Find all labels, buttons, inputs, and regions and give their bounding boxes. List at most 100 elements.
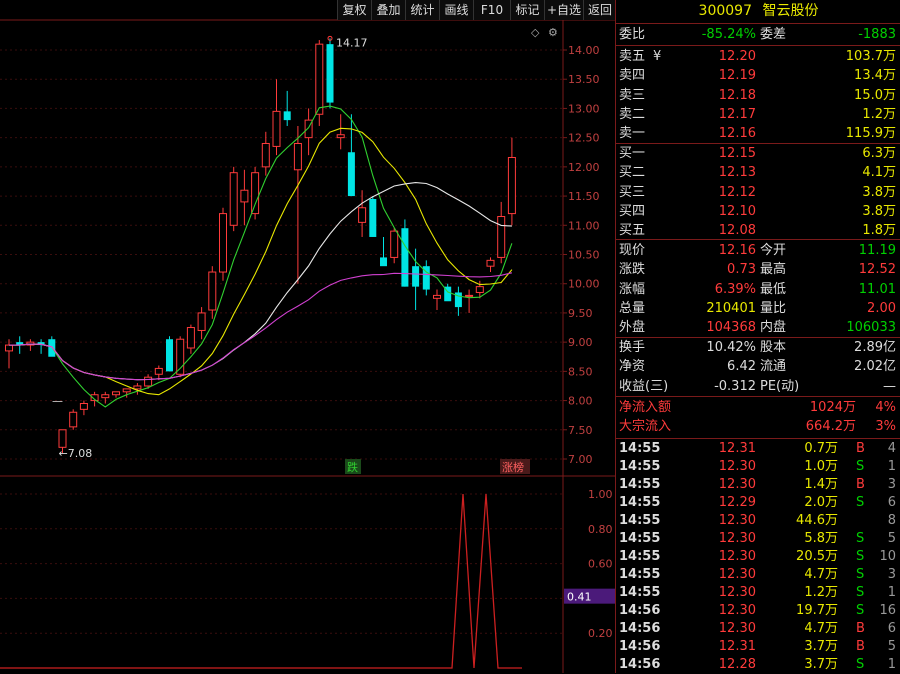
ask-label: 卖五 [619, 49, 646, 64]
tick-direction: S [856, 603, 865, 618]
tick-price: 12.30 [718, 477, 756, 492]
tick-row[interactable]: 14:55 12.29 2.0万 S 6 [616, 494, 900, 512]
tick-time: 14:55 [619, 549, 661, 564]
stat-label: 最高 [760, 262, 787, 278]
price-tick-label: 7.00 [568, 453, 593, 466]
tick-row[interactable]: 14:55 12.30 20.5万 S 10 [616, 548, 900, 566]
ask-price: 12.19 [718, 68, 756, 84]
tick-row[interactable]: 14:55 12.30 1.4万 B 3 [616, 476, 900, 494]
ask-price: 12.18 [718, 87, 756, 103]
candle-body-up [133, 385, 142, 390]
kline-chart-area[interactable]: 14.00 13.50 13.00 12.50 12.00 11.50 11.00 10.50… [0, 0, 616, 673]
stat-value: 0.73 [727, 262, 756, 278]
price-tick-label: 11.00 [568, 219, 600, 232]
price-tick-label: 9.00 [568, 336, 593, 349]
tick-volume: 20.5万 [796, 549, 838, 564]
toolbar-biaoji-button[interactable]: 标记 [510, 0, 544, 20]
candle-body-up [69, 411, 78, 428]
stat-row: 涨幅 6.39% 最低 11.01 [616, 280, 900, 299]
tick-row[interactable]: 14:55 12.30 5.8万 S 5 [616, 530, 900, 548]
tick-row[interactable]: 14:55 12.30 44.6万 8 [616, 512, 900, 530]
stock-code: 300097 [698, 3, 752, 19]
toolbar-tongji-button[interactable]: 统计 [405, 0, 439, 20]
tick-direction: S [856, 459, 865, 474]
candle-body-up [144, 376, 153, 387]
fundamental-row: 净资 6.42 流通 2.02亿 [616, 357, 900, 376]
fundamental-value: — [883, 378, 896, 394]
candle-body-up [219, 213, 227, 273]
tick-row[interactable]: 14:56 12.30 4.7万 B 6 [616, 620, 900, 638]
toolbar-diejia-button[interactable]: 叠加 [371, 0, 405, 20]
ma60-line [9, 272, 513, 381]
tick-row[interactable]: 14:55 12.30 1.2万 S 1 [616, 584, 900, 602]
tick-row[interactable]: 14:56 12.30 19.7万 S 16 [616, 602, 900, 620]
bid-price: 12.10 [718, 203, 756, 219]
tick-time: 14:55 [619, 567, 661, 582]
indicator-tick-label: 0.80 [588, 523, 613, 536]
ask-row: 卖二 12.17 1.2万 [616, 105, 900, 124]
stat-label: 涨跌 [619, 262, 646, 278]
tick-direction: B [856, 441, 865, 456]
flow-value: 1024万 [809, 400, 856, 415]
tick-direction: S [856, 549, 865, 564]
price-tick-label: 8.00 [568, 395, 593, 408]
candle-body-up [486, 259, 495, 267]
bid-row: 买三 12.12 3.8万 [616, 183, 900, 202]
tick-row[interactable]: 14:56 12.28 3.7万 S 1 [616, 656, 900, 674]
bid-row: 买二 12.13 4.1万 [616, 163, 900, 182]
candle-body-up [465, 294, 474, 297]
tick-count: 1 [887, 459, 896, 474]
flow-percent: 4% [875, 400, 896, 415]
price-tick-label: 13.50 [568, 73, 600, 86]
toolbar-back-button[interactable]: 返回 [583, 0, 616, 20]
ma20-line [9, 182, 512, 381]
toolbar-f10-button[interactable]: F10 [473, 0, 510, 20]
kline-chart[interactable]: 14.00 13.50 13.00 12.50 12.00 11.50 11.00 10.50… [0, 0, 615, 673]
tick-direction: B [856, 639, 865, 654]
price-tick-label: 14.00 [568, 44, 600, 57]
tick-direction: B [856, 621, 865, 636]
stat-value: 104368 [706, 320, 756, 336]
tick-row[interactable]: 14:56 12.31 3.7万 B 5 [616, 638, 900, 656]
candle-body-up [390, 230, 399, 258]
tick-count: 16 [879, 603, 896, 618]
stat-value: 12.16 [718, 243, 756, 258]
tick-direction: S [856, 657, 865, 672]
tick-count: 5 [887, 639, 896, 654]
bid-label: 买二 [619, 165, 646, 181]
candle-body-up [315, 43, 324, 115]
tick-count: 3 [887, 567, 896, 582]
stat-value: 210401 [706, 300, 756, 316]
stat-row: 外盘 104368 内盘 106033 [616, 318, 900, 337]
dash-marker: — [52, 395, 63, 408]
fundamental-row: 换手 10.42% 股本 2.89亿 [616, 338, 900, 357]
candle-body-up [208, 271, 217, 311]
ask-row: 卖一 12.16 115.9万 [616, 124, 900, 143]
tick-price: 12.30 [718, 549, 756, 564]
bid-row: 买一 12.15 6.3万 [616, 144, 900, 163]
tick-count: 5 [887, 531, 896, 546]
tick-time: 14:55 [619, 441, 661, 456]
tick-price: 12.30 [718, 567, 756, 582]
fundamental-value: -0.312 [714, 378, 756, 394]
stock-name: 智云股份 [762, 3, 819, 19]
tick-row[interactable]: 14:55 12.30 4.7万 S 3 [616, 566, 900, 584]
bid-row: 买四 12.10 3.8万 [616, 202, 900, 221]
tick-row[interactable]: 14:55 12.30 1.0万 S 1 [616, 458, 900, 476]
tick-time: 14:56 [619, 657, 661, 672]
toolbar-add-favorite-button[interactable]: +自选 [544, 0, 583, 20]
flow-row: 大宗流入 664.2万 3% [616, 417, 900, 436]
fundamental-value: 6.42 [727, 359, 756, 375]
tick-row[interactable]: 14:55 12.31 0.7万 B 4 [616, 440, 900, 458]
tag-die-label: 跌 [347, 460, 358, 474]
currency-icon: ¥ [653, 49, 662, 64]
tick-count: 6 [887, 621, 896, 636]
candle-body-up [5, 344, 13, 352]
toolbar-fuquan-button[interactable]: 复权 [337, 0, 371, 20]
toolbar-huaxian-button[interactable]: 画线 [439, 0, 473, 20]
stat-row: 涨跌 0.73 最高 12.52 [616, 260, 900, 279]
tick-price: 12.31 [718, 441, 756, 456]
candle-body-up [475, 286, 484, 293]
tick-price: 12.30 [718, 531, 756, 546]
ask-volume: 115.9万 [845, 126, 896, 142]
